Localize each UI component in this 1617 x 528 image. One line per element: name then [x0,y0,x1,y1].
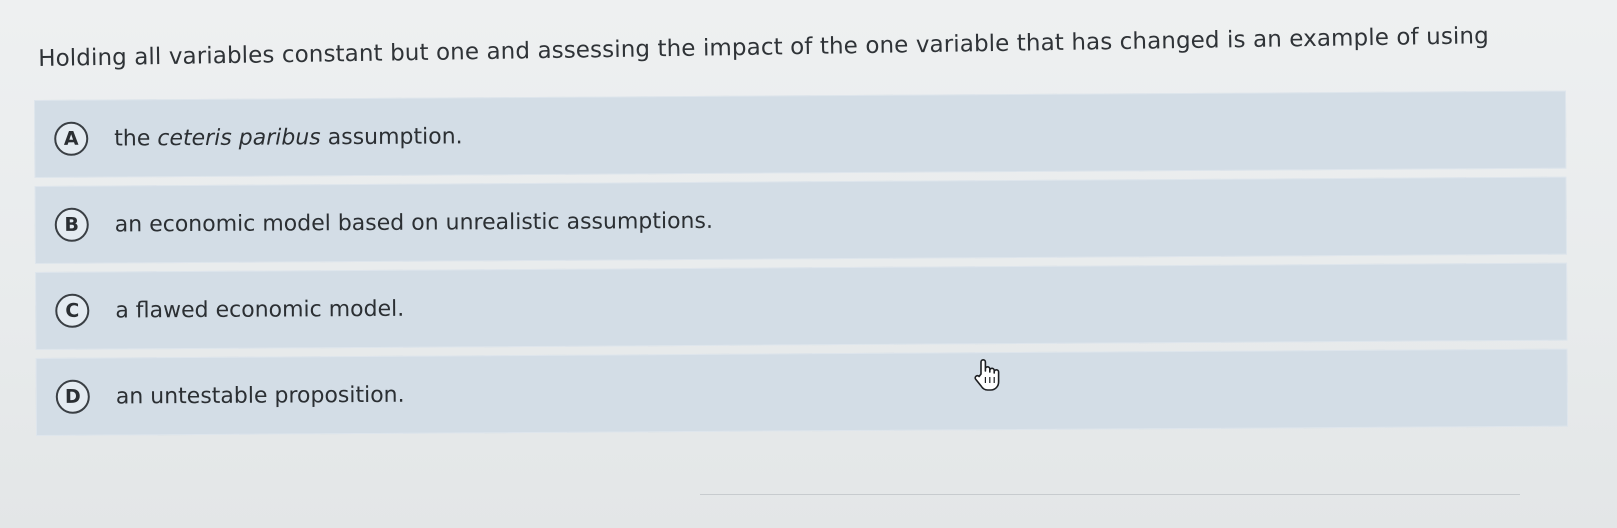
choice-letter-d: D [55,379,90,414]
choice-letter-a: A [54,121,89,156]
choice-letter-b: B [54,207,89,242]
divider [700,494,1520,495]
choice-b-text: an economic model based on unrealistic a… [114,208,713,238]
choice-letter-c: C [55,293,90,328]
choice-c-text: a flawed economic model. [115,296,405,324]
question-text: Holding all variables constant but one a… [38,23,1489,72]
hand-pointer-icon [974,359,1000,391]
choice-d[interactable]: D an untestable proposition. [35,348,1569,436]
choice-b[interactable]: B an economic model based on unrealistic… [34,176,1567,264]
choice-d-text: an untestable proposition. [115,382,405,410]
choice-c[interactable]: C a flawed economic model. [35,262,1568,350]
choice-a-text: the ceteris paribus assumption. [114,123,463,152]
quiz-page: Holding all variables constant but one a… [0,0,1617,528]
choice-a[interactable]: A the ceteris paribus assumption. [34,90,1567,178]
answer-choices: A the ceteris paribus assumption. B an e… [34,90,1569,444]
ceteris-paribus-term: ceteris paribus [157,124,321,151]
